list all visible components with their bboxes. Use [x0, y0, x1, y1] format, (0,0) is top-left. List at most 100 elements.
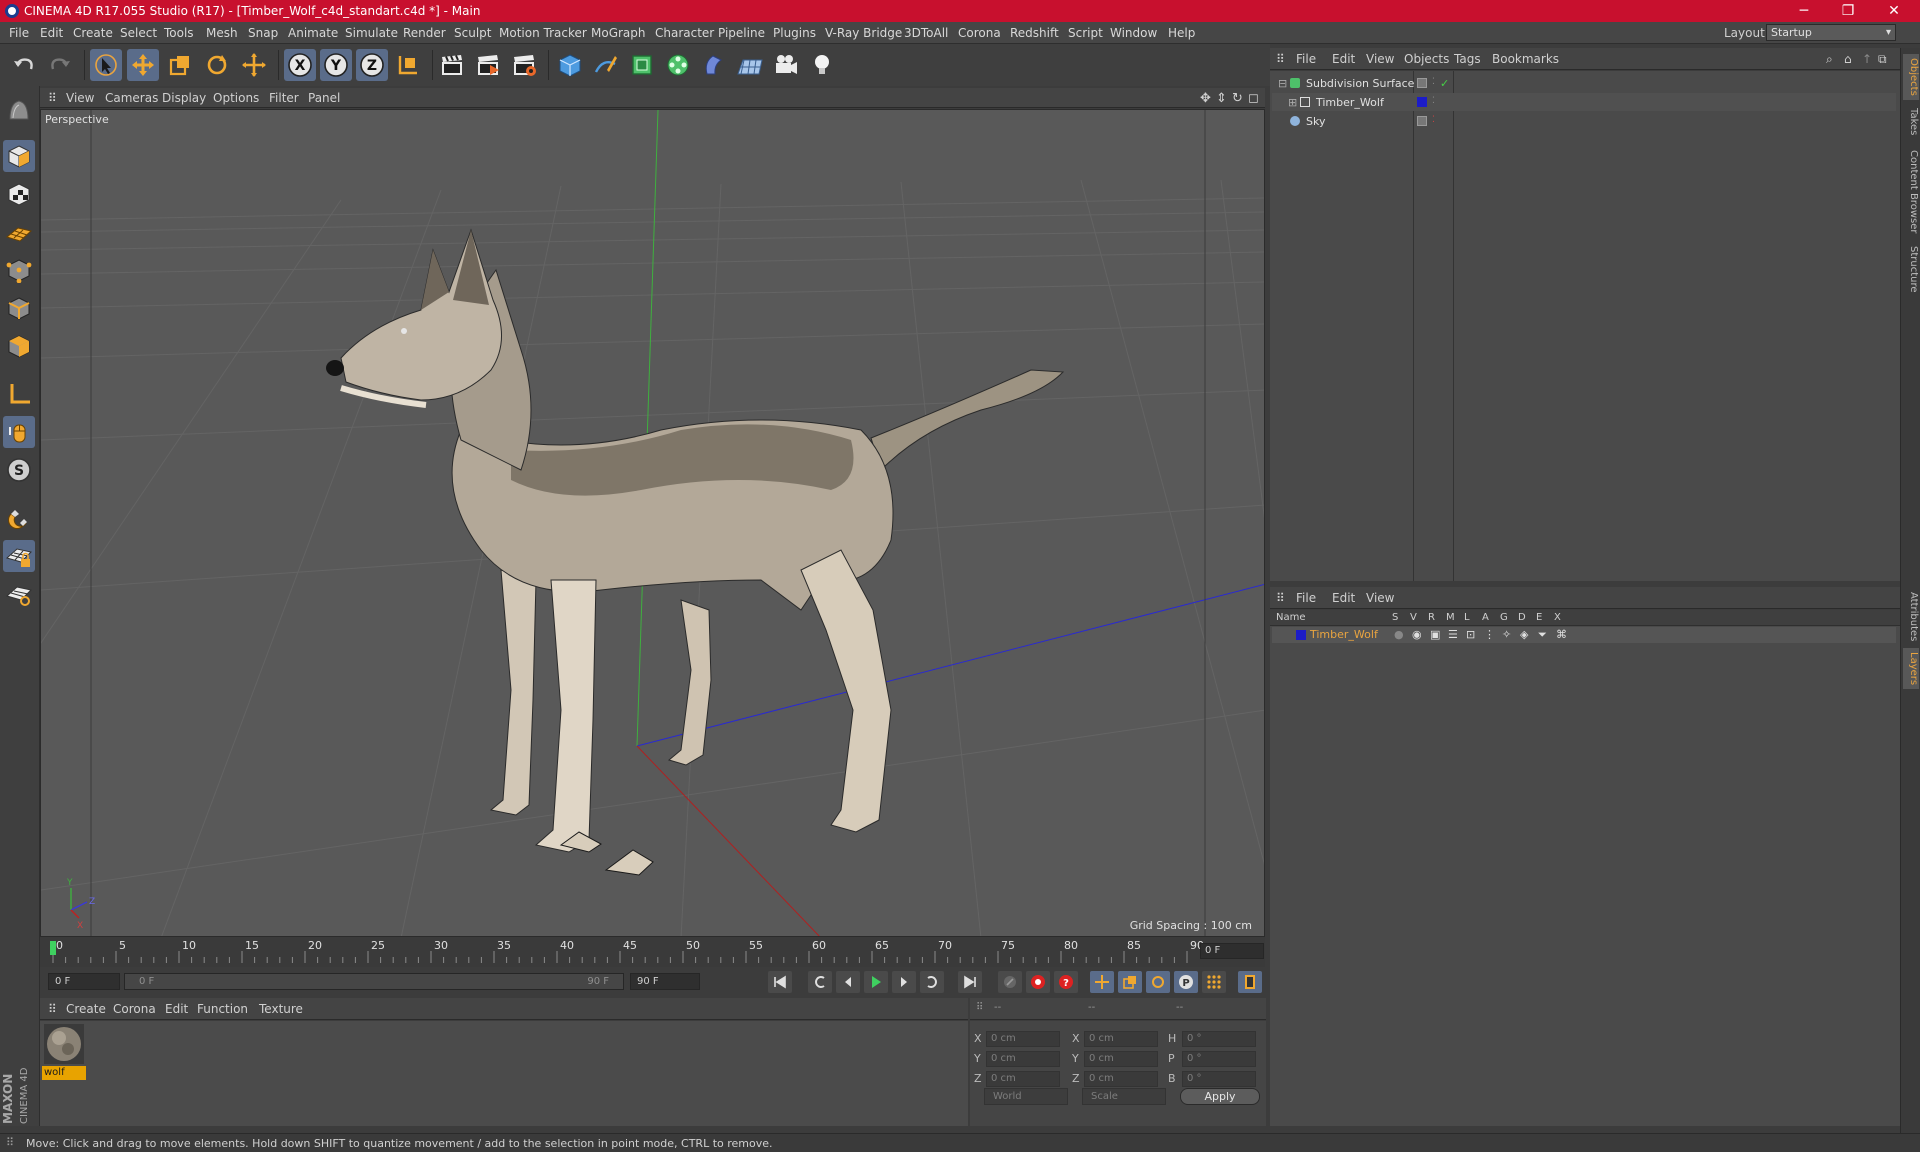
floor-button[interactable]: [734, 49, 766, 81]
polygons-mode-button[interactable]: [3, 330, 35, 362]
viewport-maximize-icon[interactable]: ◻: [1248, 91, 1259, 106]
expand-icon[interactable]: ⊞: [1288, 96, 1297, 109]
material-name[interactable]: wolf: [42, 1066, 86, 1080]
menu-render[interactable]: Render: [403, 26, 446, 40]
column-generators[interactable]: G: [1500, 612, 1508, 623]
tweak-mode-button[interactable]: [3, 416, 35, 448]
next-frame-button[interactable]: [892, 971, 916, 993]
viewport-perspective[interactable]: Y Z X Perspective Grid Spacing : 100 cm: [40, 109, 1265, 937]
edges-mode-button[interactable]: [3, 292, 35, 324]
previous-frame-button[interactable]: [836, 971, 860, 993]
render-to-picture-viewer-button[interactable]: [472, 49, 504, 81]
menu-file[interactable]: File: [9, 26, 29, 40]
end-frame-field[interactable]: 90 F: [630, 973, 700, 990]
layer-color-swatch[interactable]: [1296, 630, 1306, 640]
expression-icon[interactable]: ⏷: [1538, 628, 1547, 642]
column-animation[interactable]: A: [1482, 612, 1489, 623]
tab-takes[interactable]: Takes: [1903, 104, 1919, 139]
texture-mode-button[interactable]: [3, 178, 35, 210]
planar-workplane-button[interactable]: [3, 578, 35, 610]
menu-pipeline[interactable]: Pipeline: [718, 26, 765, 40]
lock-workplane-button[interactable]: [3, 540, 35, 572]
undo-button[interactable]: [8, 49, 40, 81]
object-menu-view[interactable]: View: [1366, 52, 1394, 66]
object-row-sky[interactable]: Sky ⁚: [1272, 112, 1896, 130]
coordinate-system-button[interactable]: [392, 49, 424, 81]
object-menu-bookmarks[interactable]: Bookmarks: [1492, 52, 1559, 66]
object-menu-file[interactable]: File: [1296, 52, 1316, 66]
x-axis-lock-button[interactable]: X: [284, 49, 316, 81]
previous-keyframe-button[interactable]: [808, 971, 832, 993]
move-tool-button[interactable]: [127, 49, 159, 81]
deformer-button[interactable]: [698, 49, 730, 81]
live-selection-button[interactable]: [90, 49, 122, 81]
current-frame-field[interactable]: 0 F: [1200, 943, 1264, 959]
start-frame-field[interactable]: 0 F: [48, 973, 120, 990]
material-wolf-thumbnail[interactable]: [44, 1024, 84, 1064]
cloner-button[interactable]: [662, 49, 694, 81]
layer-menu-edit[interactable]: Edit: [1332, 591, 1355, 605]
menu-redshift[interactable]: Redshift: [1010, 26, 1059, 40]
view-eye-icon[interactable]: ◉: [1412, 628, 1422, 641]
menu-plugins[interactable]: Plugins: [773, 26, 816, 40]
key-position-button[interactable]: [1090, 971, 1114, 993]
menu-motion-tracker[interactable]: Motion Tracker: [499, 26, 587, 40]
size-mode-select[interactable]: Scale: [1082, 1088, 1166, 1105]
viewport-rotate-icon[interactable]: ↻: [1232, 91, 1243, 106]
position-z-field[interactable]: 0 cm: [986, 1071, 1060, 1087]
minimize-button[interactable]: ─: [1784, 1, 1824, 21]
material-menu-texture[interactable]: Texture: [259, 1002, 303, 1016]
recent-tool-button[interactable]: [238, 49, 270, 81]
timber-wolf-model[interactable]: [326, 228, 1065, 876]
layer-menu-file[interactable]: File: [1296, 591, 1316, 605]
manager-icon[interactable]: ☰: [1448, 628, 1458, 641]
column-manager[interactable]: M: [1446, 612, 1455, 623]
layer-color-swatch[interactable]: [1417, 97, 1427, 107]
new-view-icon[interactable]: ⧉: [1878, 52, 1887, 67]
key-rotation-button[interactable]: [1146, 971, 1170, 993]
subdivision-surface-button[interactable]: [626, 49, 658, 81]
xref-icon[interactable]: ⌘: [1556, 628, 1567, 641]
column-solo[interactable]: S: [1392, 612, 1398, 623]
redo-button[interactable]: [44, 49, 76, 81]
rotation-p-field[interactable]: 0 °: [1182, 1051, 1256, 1067]
object-row-subdivision-surface[interactable]: ⊟ Subdivision Surface ⁚ ✓: [1272, 74, 1896, 92]
render-settings-button[interactable]: [508, 49, 540, 81]
visibility-dots-icon[interactable]: ⁚: [1432, 77, 1435, 87]
coordinate-mode-select[interactable]: World: [984, 1088, 1068, 1105]
make-editable-button[interactable]: [3, 94, 35, 126]
motion-record-button[interactable]: [998, 971, 1022, 993]
menu-edit[interactable]: Edit: [40, 26, 63, 40]
object-name[interactable]: Timber_Wolf: [1316, 96, 1384, 109]
column-view[interactable]: V: [1410, 612, 1417, 623]
go-to-start-button[interactable]: [768, 971, 792, 993]
object-name[interactable]: Subdivision Surface: [1306, 77, 1414, 90]
go-to-end-button[interactable]: [958, 971, 982, 993]
close-button[interactable]: ✕: [1874, 1, 1914, 21]
menu-window[interactable]: Window: [1110, 26, 1157, 40]
position-x-field[interactable]: 0 cm: [986, 1031, 1060, 1047]
menu-animate[interactable]: Animate: [288, 26, 338, 40]
magnet-button[interactable]: [3, 502, 35, 534]
object-menu-tags[interactable]: Tags: [1454, 52, 1481, 66]
scale-tool-button[interactable]: [164, 49, 196, 81]
menu-create[interactable]: Create: [73, 26, 113, 40]
record-active-objects-button[interactable]: [1026, 971, 1050, 993]
lock-icon[interactable]: ⊡: [1466, 628, 1475, 641]
enabled-check-icon[interactable]: ✓: [1440, 77, 1449, 90]
rotate-tool-button[interactable]: [201, 49, 233, 81]
menu-select[interactable]: Select: [120, 26, 157, 40]
menu-mograph[interactable]: MoGraph: [591, 26, 646, 40]
tab-attributes[interactable]: Attributes: [1903, 588, 1919, 645]
menu-tools[interactable]: Tools: [164, 26, 194, 40]
key-parameter-button[interactable]: P: [1174, 971, 1198, 993]
home-icon[interactable]: ⌂: [1844, 52, 1852, 66]
layer-name[interactable]: Timber_Wolf: [1310, 628, 1378, 641]
key-pla-button[interactable]: [1202, 971, 1226, 993]
tab-content-browser[interactable]: Content Browser: [1903, 146, 1919, 237]
menu-mesh[interactable]: Mesh: [206, 26, 238, 40]
material-menu-function[interactable]: Function: [197, 1002, 248, 1016]
visibility-dots-icon[interactable]: ⁚: [1432, 96, 1435, 106]
search-icon[interactable]: ⌕: [1826, 52, 1833, 67]
snap-button[interactable]: S: [3, 454, 35, 486]
